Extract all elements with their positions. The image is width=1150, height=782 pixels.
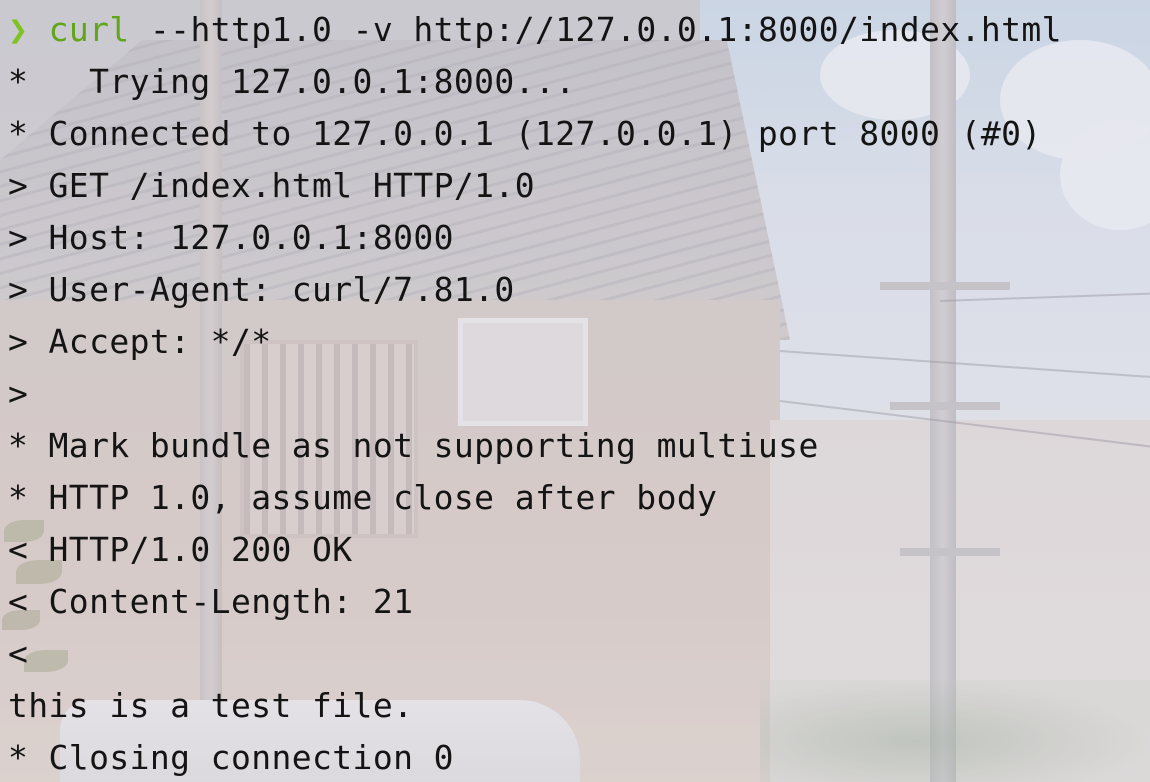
output-line: * Trying 127.0.0.1:8000... — [8, 62, 576, 101]
output-line: > — [8, 374, 29, 413]
output-line: * Mark bundle as not supporting multiuse — [8, 426, 819, 465]
output-line: < HTTP/1.0 200 OK — [8, 530, 353, 569]
command-program: curl — [48, 10, 130, 49]
command-arguments: --http1.0 -v http://127.0.0.1:8000/index… — [129, 10, 1062, 49]
output-line: * HTTP 1.0, assume close after body — [8, 478, 718, 517]
output-line: < Content-Length: 21 — [8, 582, 414, 621]
output-line: * Connected to 127.0.0.1 (127.0.0.1) por… — [8, 114, 1042, 153]
terminal-output: ❯ curl --http1.0 -v http://127.0.0.1:800… — [8, 4, 1062, 782]
output-line: > User-Agent: curl/7.81.0 — [8, 270, 515, 309]
output-line: * Closing connection 0 — [8, 738, 454, 777]
output-line: > GET /index.html HTTP/1.0 — [8, 166, 535, 205]
output-line: this is a test file. — [8, 686, 414, 725]
terminal-window[interactable]: ❯ curl --http1.0 -v http://127.0.0.1:800… — [0, 0, 1150, 782]
output-line: > Host: 127.0.0.1:8000 — [8, 218, 454, 257]
output-line: < — [8, 634, 29, 673]
prompt-symbol: ❯ — [8, 10, 29, 49]
output-line: > Accept: */* — [8, 322, 272, 361]
command-line: ❯ curl --http1.0 -v http://127.0.0.1:800… — [8, 4, 1062, 56]
